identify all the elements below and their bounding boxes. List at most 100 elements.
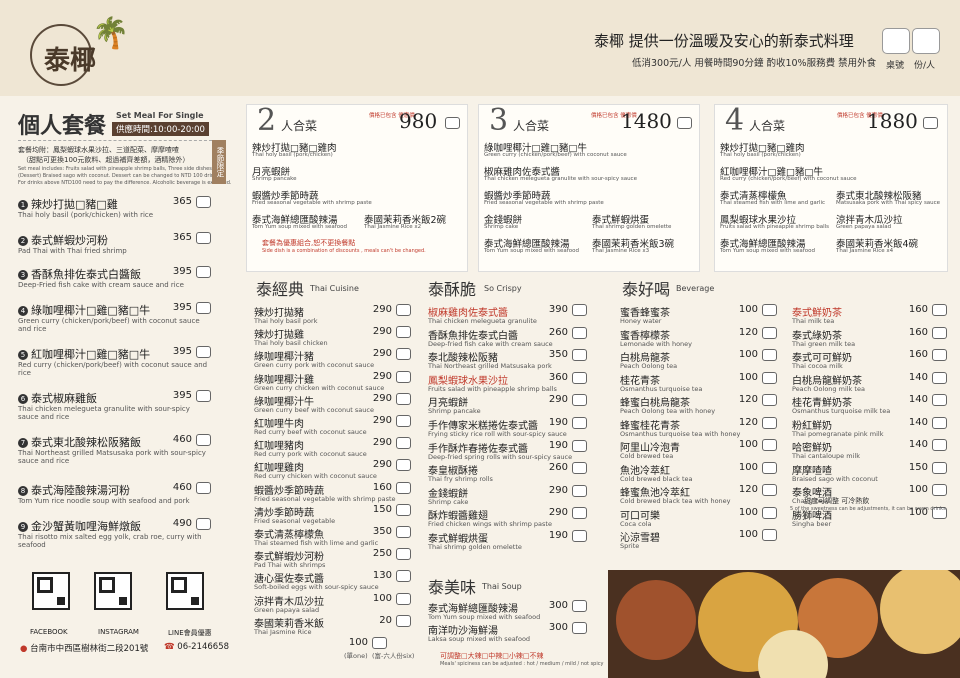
menu-item-checkbox[interactable] xyxy=(762,529,777,541)
menu-item-price: 290 xyxy=(548,394,568,406)
menu-item-checkbox[interactable] xyxy=(762,506,777,519)
menu-item-price: 100 xyxy=(738,529,758,540)
menu-item-price: 250 xyxy=(372,548,392,560)
seasonal-tag: 季節限定 xyxy=(212,140,226,184)
menu-item-desc: Laksa soup mixed with seafood xyxy=(428,635,531,643)
menu-item-checkbox[interactable] xyxy=(396,326,411,339)
classic-title-en: Thai Cuisine xyxy=(310,284,359,293)
single-item-checkbox[interactable] xyxy=(196,302,211,314)
menu-item-desc: Thai steamed fish with lime and garlic xyxy=(254,539,379,547)
menu-item-price: 100 xyxy=(738,349,758,360)
people-label: 份/人 xyxy=(914,61,936,71)
single-item-checkbox[interactable] xyxy=(196,266,211,278)
single-item-checkbox[interactable] xyxy=(196,482,211,494)
people-count-box[interactable] xyxy=(912,28,940,54)
menu-item-checkbox[interactable] xyxy=(572,484,587,497)
menu-item-desc: Fried seasonal vegetable xyxy=(254,516,336,525)
menu-item-checkbox[interactable] xyxy=(932,461,947,474)
menu-item-checkbox[interactable] xyxy=(572,371,587,384)
menu-item-price: 290 xyxy=(372,348,392,360)
menu-item-checkbox[interactable] xyxy=(572,530,587,542)
menu-item-checkbox[interactable] xyxy=(572,349,587,362)
set-item-desc: Fried seasonal vegetable with shrimp pas… xyxy=(484,200,604,206)
facebook-qr-code[interactable] xyxy=(32,572,70,610)
set-3-checkbox[interactable] xyxy=(677,117,692,129)
single-item-checkbox[interactable] xyxy=(196,196,211,208)
menu-item-checkbox[interactable] xyxy=(932,394,947,406)
menu-item-price: 100 xyxy=(738,371,758,383)
menu-item-checkbox[interactable] xyxy=(932,349,947,361)
single-item-checkbox[interactable] xyxy=(196,346,211,358)
menu-item-checkbox[interactable] xyxy=(572,600,587,612)
menu-item-checkbox[interactable] xyxy=(762,371,777,384)
single-item-checkbox[interactable] xyxy=(196,390,211,402)
set-item-desc: Shrimp pancake xyxy=(252,176,297,182)
menu-item-checkbox[interactable] xyxy=(762,304,777,316)
set-2-checkbox[interactable] xyxy=(445,117,460,129)
menu-item-price: 100 xyxy=(908,484,928,495)
menu-item-checkbox[interactable] xyxy=(762,394,777,406)
single-item-checkbox[interactable] xyxy=(196,518,211,530)
set-item-desc: Thai holy basil (pork/chicken) xyxy=(252,152,333,158)
menu-item-checkbox[interactable] xyxy=(396,503,411,516)
menu-item-desc: Thai pomegranate pink milk xyxy=(792,429,884,438)
menu-item-price: 350 xyxy=(372,526,392,537)
menu-item-checkbox[interactable] xyxy=(396,526,411,538)
rice-extra-checkbox[interactable] xyxy=(372,637,387,649)
instagram-qr-code[interactable] xyxy=(94,572,132,610)
menu-item-checkbox[interactable] xyxy=(932,484,947,496)
menu-item-price: 120 xyxy=(738,416,758,428)
menu-item-checkbox[interactable] xyxy=(762,326,777,339)
menu-item-checkbox[interactable] xyxy=(396,370,411,383)
menu-item-checkbox[interactable] xyxy=(396,415,411,427)
menu-item-desc: Cold brewed black tea xyxy=(620,474,693,483)
menu-item-checkbox[interactable] xyxy=(762,461,777,474)
menu-item-checkbox[interactable] xyxy=(932,371,947,384)
menu-item-checkbox[interactable] xyxy=(396,548,411,561)
menu-item-checkbox[interactable] xyxy=(572,507,587,520)
menu-item-checkbox[interactable] xyxy=(932,304,947,316)
menu-item-checkbox[interactable] xyxy=(396,614,411,627)
single-set-title-en: Set Meal For Single xyxy=(116,111,204,120)
menu-item-checkbox[interactable] xyxy=(396,481,411,494)
menu-item-checkbox[interactable] xyxy=(396,304,411,316)
line-qr-code[interactable] xyxy=(166,572,204,610)
menu-item-price: 160 xyxy=(908,349,928,360)
menu-item-price: 20 xyxy=(379,614,392,626)
single-item-checkbox[interactable] xyxy=(196,232,211,244)
set-4-checkbox[interactable] xyxy=(923,117,938,129)
menu-item-checkbox[interactable] xyxy=(762,349,777,361)
single-item-checkbox[interactable] xyxy=(196,434,211,446)
menu-item-checkbox[interactable] xyxy=(762,439,777,451)
menu-item-desc: Peach Oolong tea with honey xyxy=(620,407,716,415)
menu-item-checkbox[interactable] xyxy=(572,439,587,452)
menu-item-checkbox[interactable] xyxy=(396,459,411,472)
single-item-desc: Red curry (chicken/pork/beef) with cocon… xyxy=(18,361,208,377)
menu-item-checkbox[interactable] xyxy=(932,416,947,429)
menu-item-checkbox[interactable] xyxy=(932,439,947,451)
menu-item-checkbox[interactable] xyxy=(572,622,587,634)
menu-item-checkbox[interactable] xyxy=(762,484,777,496)
menu-item-checkbox[interactable] xyxy=(572,417,587,429)
menu-item-checkbox[interactable] xyxy=(762,416,777,429)
menu-item-desc: Green curry chicken with coconut sauce xyxy=(254,383,385,392)
menu-item-checkbox[interactable] xyxy=(396,392,411,405)
menu-item-price: 290 xyxy=(372,415,392,426)
set-item-desc: Green curry (chicken/pork/beef) with coc… xyxy=(484,152,627,158)
rice-note-1: (單one) xyxy=(344,652,368,660)
menu-item-checkbox[interactable] xyxy=(572,304,587,316)
menu-item-desc: Red curry pork with coconut sauce xyxy=(254,450,367,459)
set-item-desc: Fruits salad with pineapple shrimp balls xyxy=(720,224,830,230)
menu-item-checkbox[interactable] xyxy=(396,570,411,583)
menu-item-checkbox[interactable] xyxy=(396,348,411,361)
menu-item-checkbox[interactable] xyxy=(396,437,411,450)
set-item-desc: Thai chicken melegueta granulite with so… xyxy=(484,176,637,182)
set-item-desc: Red curry (chicken/pork/beef) with cocon… xyxy=(720,176,857,182)
menu-item-checkbox[interactable] xyxy=(572,394,587,407)
menu-item-checkbox[interactable] xyxy=(932,326,947,339)
menu-item-checkbox[interactable] xyxy=(396,592,411,605)
menu-item-checkbox[interactable] xyxy=(572,326,587,339)
menu-item-price: 350 xyxy=(548,349,568,361)
table-number-box[interactable] xyxy=(882,28,910,54)
menu-item-checkbox[interactable] xyxy=(572,462,587,475)
